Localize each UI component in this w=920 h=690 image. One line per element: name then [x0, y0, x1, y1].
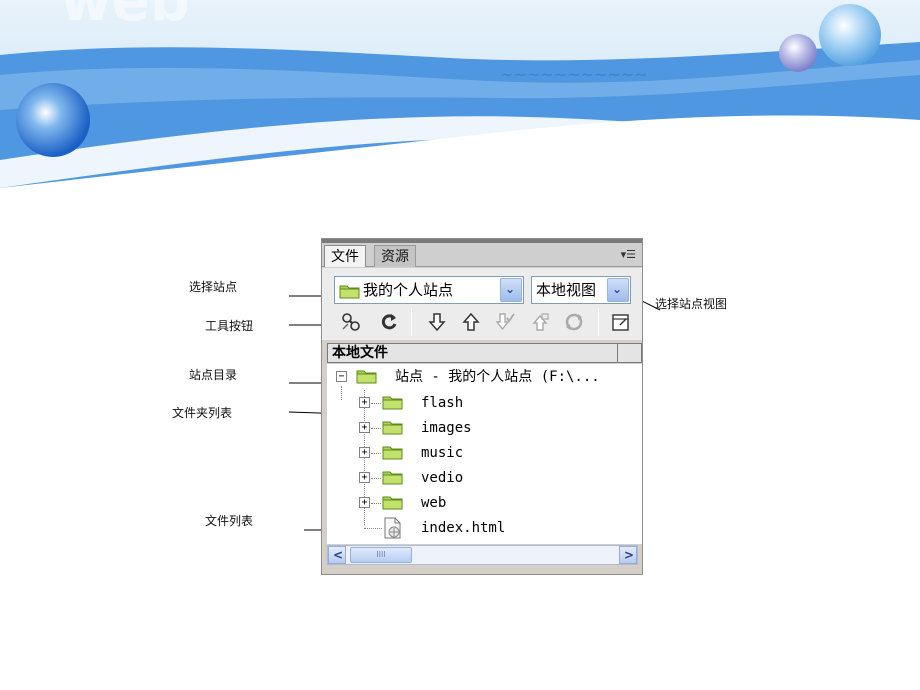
selector-row: 我的个人站点 ⌄ 本地视图 ⌄ — [322, 268, 642, 304]
folder-icon — [356, 370, 377, 384]
column-header-local-files[interactable]: 本地文件 — [328, 344, 618, 362]
column-header[interactable]: 本地文件 — [327, 343, 642, 363]
get-icon[interactable] — [424, 309, 450, 335]
put-icon[interactable] — [458, 309, 484, 335]
tree-root-row[interactable]: − 站点 - 我的个人站点 (F:\... — [327, 365, 642, 389]
tab-assets[interactable]: 资源 — [374, 245, 416, 267]
tree-folder-label: flash — [421, 395, 464, 411]
folder-icon — [382, 396, 403, 410]
scroll-right-icon[interactable]: > — [619, 546, 637, 564]
files-panel: 文件 资源 ▾☰ 我的个人站点 ⌄ 本地视图 ⌄ 本地文件 − 站点 - 我的个… — [321, 238, 643, 575]
slide-banner: web ~~~~~~~~~~~ — [0, 0, 920, 200]
panel-tab-bar: 文件 资源 ▾☰ — [322, 243, 642, 267]
folder-icon — [382, 446, 403, 460]
annotation-folder-list: 文件夹列表 — [172, 406, 233, 420]
check-out-icon[interactable] — [492, 309, 518, 335]
tree-folder-label: images — [421, 420, 472, 436]
view-select[interactable]: 本地视图 ⌄ — [531, 276, 631, 304]
expand-plus-icon[interactable]: + — [359, 497, 370, 508]
chevron-down-icon[interactable]: ⌄ — [500, 278, 522, 302]
files-toolbar — [322, 304, 642, 340]
folder-icon — [382, 471, 403, 485]
annotation-toolbar-buttons: 工具按钮 — [205, 319, 254, 333]
expand-plus-icon[interactable]: + — [359, 397, 370, 408]
expand-plus-icon[interactable]: + — [359, 447, 370, 458]
horizontal-scrollbar[interactable]: < IIII > — [327, 545, 638, 565]
svg-text:~~~~~~~~~~~: ~~~~~~~~~~~ — [500, 65, 647, 84]
collapse-icon[interactable]: − — [336, 371, 347, 382]
annotation-select-site: 选择站点 — [189, 280, 238, 294]
tree-folder-label: music — [421, 445, 464, 461]
html-file-icon — [384, 517, 401, 539]
tree-root-label: 站点 - 我的个人站点 (F:\... — [395, 369, 600, 385]
refresh-icon[interactable] — [376, 309, 402, 335]
scroll-thumb[interactable]: IIII — [350, 547, 412, 563]
tree-folder-label: web — [421, 495, 447, 511]
tab-files[interactable]: 文件 — [324, 245, 366, 267]
check-in-icon[interactable] — [527, 309, 553, 335]
annotation-select-site-view: 选择站点视图 — [655, 297, 728, 311]
tree-file-row[interactable]: index.html — [327, 516, 642, 540]
scroll-left-icon[interactable]: < — [328, 546, 346, 564]
tree-folder-row[interactable]: + flash — [327, 391, 642, 415]
tree-folder-row[interactable]: + vedio — [327, 466, 642, 490]
tree-folder-row[interactable]: + images — [327, 416, 642, 440]
folder-icon — [382, 496, 403, 510]
file-tree: − 站点 - 我的个人站点 (F:\... + flash + images +… — [327, 364, 642, 544]
panel-options-icon[interactable]: ▾☰ — [621, 248, 636, 261]
folder-icon — [339, 285, 360, 299]
synchronize-icon[interactable] — [561, 309, 587, 335]
site-select-value: 我的个人站点 — [363, 281, 454, 299]
annotation-file-list: 文件列表 — [205, 514, 254, 528]
site-select[interactable]: 我的个人站点 ⌄ — [334, 276, 524, 304]
expand-plus-icon[interactable]: + — [359, 472, 370, 483]
tree-folder-label: vedio — [421, 470, 464, 486]
tree-file-label: index.html — [421, 520, 506, 536]
svg-text:web: web — [60, 0, 190, 34]
view-select-value: 本地视图 — [536, 281, 597, 299]
expand-icon[interactable] — [608, 309, 634, 335]
tree-folder-row[interactable]: + music — [327, 441, 642, 465]
chevron-down-icon[interactable]: ⌄ — [607, 278, 629, 302]
connect-icon[interactable] — [338, 309, 364, 335]
expand-plus-icon[interactable]: + — [359, 422, 370, 433]
folder-icon — [382, 421, 403, 435]
tree-folder-row[interactable]: + web — [327, 491, 642, 515]
annotation-site-directory: 站点目录 — [189, 368, 238, 382]
